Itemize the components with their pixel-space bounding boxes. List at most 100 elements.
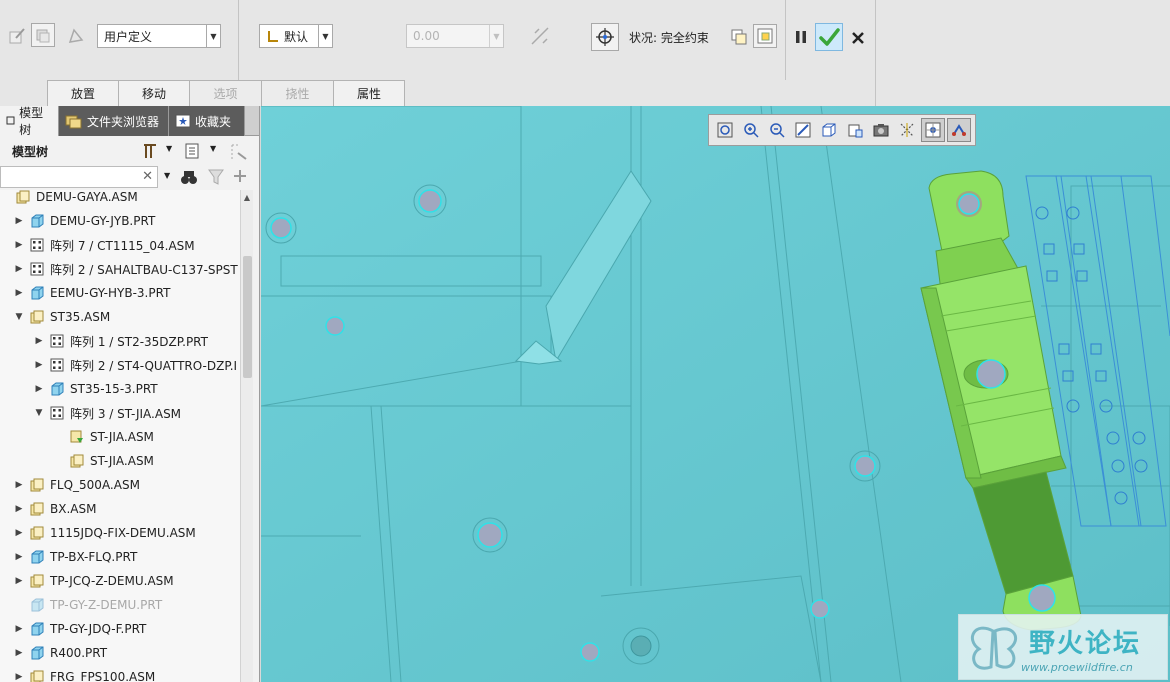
chevron-down-icon[interactable]: ▼ — [210, 144, 216, 153]
tab-folder-browser[interactable]: 文件夹浏览器 — [59, 106, 169, 136]
view-manager-icon[interactable] — [843, 118, 867, 142]
confirm-button[interactable] — [815, 23, 843, 51]
tree-item[interactable]: TP-GY-Z-DEMU.PRT — [0, 594, 240, 616]
cancel-button[interactable] — [846, 26, 870, 50]
offset-type-value: 默认 — [284, 29, 309, 44]
tree-scrollbar[interactable]: ▲ — [240, 190, 253, 682]
add-icon[interactable] — [233, 169, 247, 183]
expand-icon[interactable]: ▶ — [14, 552, 24, 562]
expand-icon[interactable]: ▶ — [14, 504, 24, 514]
repaint-icon[interactable] — [791, 118, 815, 142]
tree-item[interactable]: ▼ ST35.ASM — [0, 306, 240, 328]
tree-item-label: DEMU-GY-JYB.PRT — [50, 214, 156, 228]
graphics-viewport[interactable]: 野火论坛 www.proewildfire.cn — [261, 106, 1170, 682]
show-icon[interactable] — [184, 142, 200, 160]
expand-icon[interactable]: ▶ — [34, 360, 44, 370]
search-input[interactable]: ✕ — [0, 166, 158, 188]
expand-icon[interactable]: ▶ — [14, 648, 24, 658]
scroll-thumb[interactable] — [243, 256, 252, 378]
tree-item[interactable]: ▶ EEMU-GY-HYB-3.PRT — [0, 282, 240, 304]
tree-item[interactable]: ▶ 阵列 2 / SAHALTBAU-C137-SPST — [0, 258, 240, 280]
tab-model-tree[interactable]: 模型树 — [0, 106, 59, 137]
tree-item-label: ST35-15-3.PRT — [70, 382, 158, 396]
forum-watermark: 野火论坛 www.proewildfire.cn — [958, 614, 1168, 680]
pattern-icon — [50, 406, 64, 420]
expand-icon[interactable]: ▶ — [14, 480, 24, 490]
tree-item[interactable]: ST-JIA.ASM — [0, 450, 240, 472]
asm-icon — [70, 454, 84, 468]
main-window-icon[interactable] — [753, 24, 777, 48]
tree-item[interactable]: ▶ FRG_FPS100.ASM — [0, 666, 240, 682]
pause-icon[interactable] — [789, 25, 813, 49]
zoom-out-icon[interactable] — [765, 118, 789, 142]
tree-item[interactable]: ▶ 阵列 2 / ST4-QUATTRO-DZP.I — [0, 354, 240, 376]
settings-icon[interactable] — [141, 142, 159, 160]
tree-item[interactable]: ▶ 阵列 7 / CT1115_04.ASM — [0, 234, 240, 256]
tree-item[interactable]: ▶ R400.PRT — [0, 642, 240, 664]
separator — [238, 0, 239, 80]
expand-icon[interactable]: ▶ — [14, 264, 24, 274]
scroll-up-icon[interactable]: ▲ — [241, 190, 253, 204]
tab-label: 移动 — [141, 87, 166, 101]
tree-item[interactable]: DEMU-GAYA.ASM — [0, 190, 240, 208]
flip-constraint-icon[interactable] — [528, 24, 552, 48]
collapse-icon[interactable]: ▼ — [14, 312, 24, 322]
tab-label: 收藏夹 — [195, 114, 232, 129]
tree-item-label: 阵列 3 / ST-JIA.ASM — [70, 406, 182, 421]
favorites-icon — [175, 114, 191, 128]
binoculars-icon[interactable] — [180, 168, 198, 186]
refit-icon[interactable] — [713, 118, 737, 142]
collapse-icon[interactable]: ▼ — [34, 408, 44, 418]
interchange-icon[interactable] — [64, 24, 88, 48]
expand-icon[interactable]: ▶ — [14, 672, 24, 682]
constraint-type-select[interactable]: 用户定义 ▼ — [97, 24, 221, 48]
placement-status-icon[interactable] — [591, 23, 619, 51]
expand-icon[interactable]: ▶ — [14, 528, 24, 538]
tab-move[interactable]: 移动 — [118, 80, 190, 106]
asm-icon — [30, 574, 44, 588]
pattern-icon — [30, 238, 44, 252]
clear-icon[interactable]: ✕ — [142, 169, 153, 184]
zoom-in-icon[interactable] — [739, 118, 763, 142]
chevron-down-icon[interactable]: ▼ — [164, 171, 170, 180]
tree-item[interactable]: ▼ 阵列 3 / ST-JIA.ASM — [0, 402, 240, 424]
expand-icon[interactable]: ▶ — [34, 336, 44, 346]
tab-placement[interactable]: 放置 — [47, 80, 119, 106]
tree-item-label: 阵列 7 / CT1115_04.ASM — [50, 238, 195, 253]
tab-favorites[interactable]: 收藏夹 — [169, 106, 245, 136]
tree-item[interactable]: ▶ TP-JCQ-Z-DEMU.ASM — [0, 570, 240, 592]
expand-icon[interactable]: ▶ — [14, 624, 24, 634]
tab-options[interactable]: 选项 — [189, 80, 262, 106]
navigator-panel: 模型树 文件夹浏览器 收藏夹 模型树 ▼ ▼ ✕ ▼ DEMU-GAYA.ASM… — [0, 106, 260, 682]
mechanism-connection-icon[interactable] — [31, 23, 55, 47]
tree-item[interactable]: ▶ ST35-15-3.PRT — [0, 378, 240, 400]
tree-item[interactable]: ▶ 阵列 1 / ST2-35DZP.PRT — [0, 330, 240, 352]
separate-window-icon[interactable] — [727, 25, 751, 49]
expand-icon[interactable]: ▶ — [14, 576, 24, 586]
offset-type-select[interactable]: 默认 ▼ — [259, 24, 333, 48]
offset-value-input[interactable]: 0.00 ▼ — [406, 24, 504, 48]
datum-display-icon[interactable] — [895, 118, 919, 142]
expand-icon[interactable]: ▶ — [14, 288, 24, 298]
display-style-icon[interactable] — [869, 118, 893, 142]
close-icon — [852, 32, 864, 44]
edit-definition-icon[interactable] — [5, 24, 29, 48]
tab-properties[interactable]: 属性 — [333, 80, 405, 106]
annotation-display-icon[interactable] — [947, 118, 971, 142]
expand-icon[interactable]: ▶ — [14, 216, 24, 226]
tree-item[interactable]: ▶ FLQ_500A.ASM — [0, 474, 240, 496]
spin-center-icon[interactable] — [921, 118, 945, 142]
tree-item[interactable]: ▶ TP-GY-JDQ-F.PRT — [0, 618, 240, 640]
chevron-down-icon[interactable]: ▼ — [166, 144, 172, 153]
expand-icon[interactable]: ▶ — [14, 240, 24, 250]
tree-item[interactable]: ▶ BX.ASM — [0, 498, 240, 520]
tab-flexibility[interactable]: 挠性 — [261, 80, 334, 106]
pin-icon[interactable] — [228, 141, 250, 163]
saved-orientations-icon[interactable] — [817, 118, 841, 142]
tree-item[interactable]: ▶ DEMU-GY-JYB.PRT — [0, 210, 240, 232]
filter-icon[interactable] — [208, 168, 224, 186]
expand-icon[interactable]: ▶ — [34, 384, 44, 394]
tree-item[interactable]: ▶ 1115JDQ-FIX-DEMU.ASM — [0, 522, 240, 544]
tree-item[interactable]: ▶ TP-BX-FLQ.PRT — [0, 546, 240, 568]
tree-item[interactable]: ST-JIA.ASM — [0, 426, 240, 448]
